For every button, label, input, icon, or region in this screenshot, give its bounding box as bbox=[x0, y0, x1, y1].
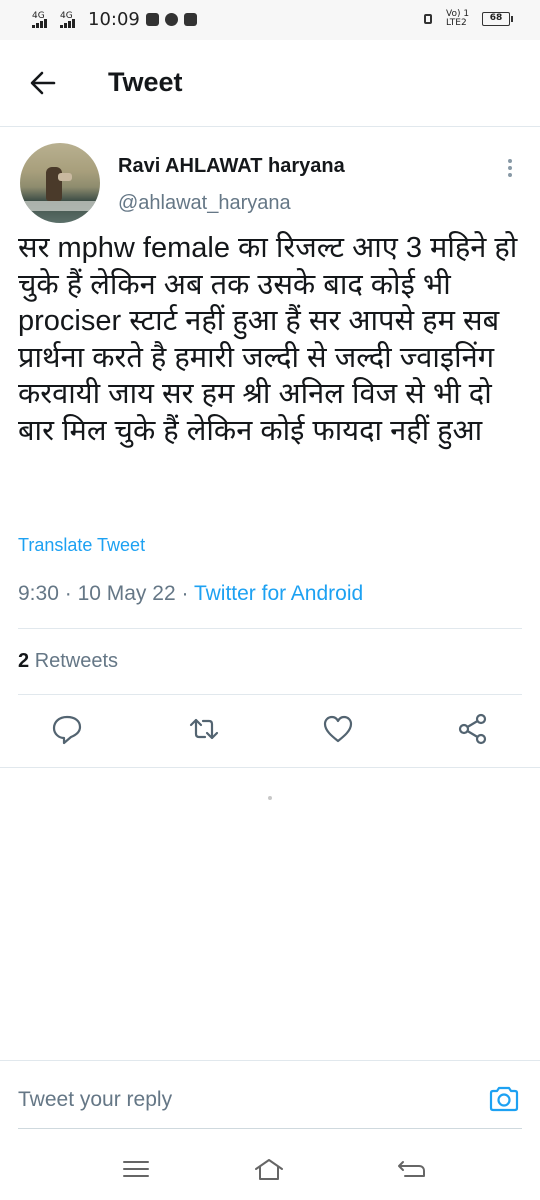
home-icon[interactable] bbox=[254, 1154, 284, 1184]
reply-bar: Tweet your reply bbox=[0, 1060, 540, 1131]
author-name[interactable]: Ravi AHLAWAT haryana bbox=[118, 155, 345, 178]
volte-label: Vo) 1 LTE2 bbox=[446, 9, 470, 28]
divider bbox=[18, 628, 522, 629]
menu-icon[interactable] bbox=[121, 1154, 151, 1184]
clock: 10:09 bbox=[88, 9, 140, 30]
chrome-icon bbox=[164, 13, 178, 26]
status-right: Vo) 1 LTE2 68 bbox=[420, 9, 513, 28]
system-nav-bar bbox=[0, 1140, 540, 1200]
tweet-meta: 9:30 · 10 May 22 · Twitter for Android bbox=[18, 582, 363, 606]
meta-separator-1: · bbox=[64, 582, 72, 605]
notification-icon bbox=[145, 13, 159, 26]
battery-icon: 68 bbox=[482, 12, 513, 26]
vibrate-icon bbox=[420, 12, 436, 26]
reply-underline bbox=[18, 1128, 522, 1129]
heart-icon[interactable] bbox=[321, 712, 355, 746]
tweet-time: 9:30 bbox=[18, 582, 59, 605]
reply-input[interactable]: Tweet your reply bbox=[18, 1088, 172, 1112]
divider bbox=[18, 694, 522, 695]
app-bar: Tweet bbox=[0, 40, 540, 127]
reply-icon[interactable] bbox=[50, 712, 84, 746]
signal-1-icon: 4G bbox=[32, 11, 54, 28]
meta-separator-2: · bbox=[181, 582, 189, 605]
more-options-icon[interactable] bbox=[500, 156, 520, 182]
tweet-actions bbox=[0, 712, 540, 754]
loading-indicator bbox=[268, 796, 272, 800]
divider bbox=[0, 767, 540, 768]
retweet-icon[interactable] bbox=[187, 712, 221, 746]
tweet-text: सर mphw female का रिजल्ट आए 3 महिने हो च… bbox=[18, 232, 518, 447]
signal-2-icon: 4G bbox=[60, 11, 82, 28]
avatar[interactable] bbox=[20, 143, 100, 223]
page-title: Tweet bbox=[108, 67, 183, 97]
retweet-count-link[interactable]: 2 Retweets bbox=[18, 650, 118, 673]
status-left: 4G 4G 10:09 bbox=[32, 9, 197, 30]
retweet-count: 2 bbox=[18, 650, 30, 672]
app-notification-icon bbox=[183, 13, 197, 26]
tweet-source-link[interactable]: Twitter for Android bbox=[194, 582, 363, 605]
tweet-date: 10 May 22 bbox=[77, 582, 176, 605]
back-nav-icon[interactable] bbox=[397, 1154, 427, 1184]
author-handle[interactable]: @ahlawat_haryana bbox=[118, 192, 291, 215]
translate-tweet-link[interactable]: Translate Tweet bbox=[18, 535, 145, 556]
share-icon[interactable] bbox=[456, 712, 490, 746]
retweet-label: Retweets bbox=[34, 650, 119, 672]
status-bar: 4G 4G 10:09 Vo) 1 LTE2 68 bbox=[0, 0, 540, 40]
camera-icon[interactable] bbox=[488, 1083, 520, 1115]
arrow-left-icon[interactable] bbox=[28, 68, 58, 98]
